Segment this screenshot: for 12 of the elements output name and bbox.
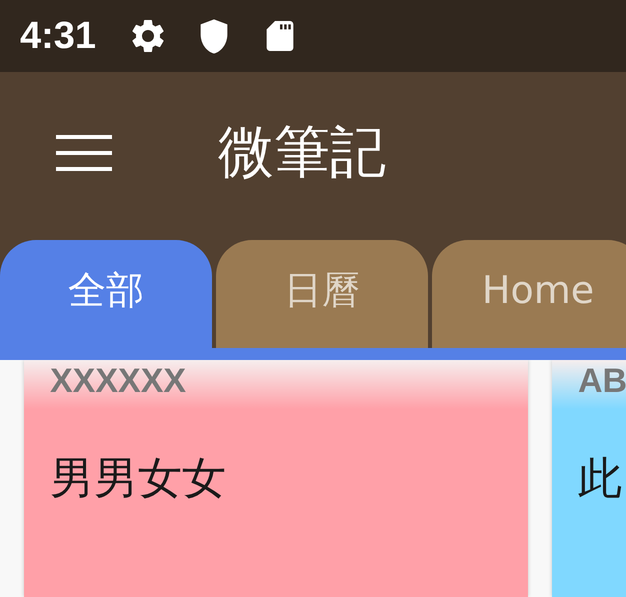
tab[interactable]: 全部 [0, 240, 212, 348]
note-text: 此 [577, 452, 623, 506]
note-title: AB [578, 362, 626, 400]
note-text: 男男女女 [49, 452, 227, 506]
tab[interactable]: 日曆 [216, 240, 428, 348]
clock-time: 4:31 [20, 14, 96, 58]
menu-icon[interactable] [56, 135, 112, 171]
note-card[interactable]: AB 此 [552, 360, 626, 597]
note-card[interactable]: XXXXXX 男男女女 [24, 360, 528, 597]
tab[interactable]: Home [432, 240, 626, 348]
note-title: XXXXXX [50, 362, 186, 400]
app-title: 微筆記 [218, 119, 386, 187]
